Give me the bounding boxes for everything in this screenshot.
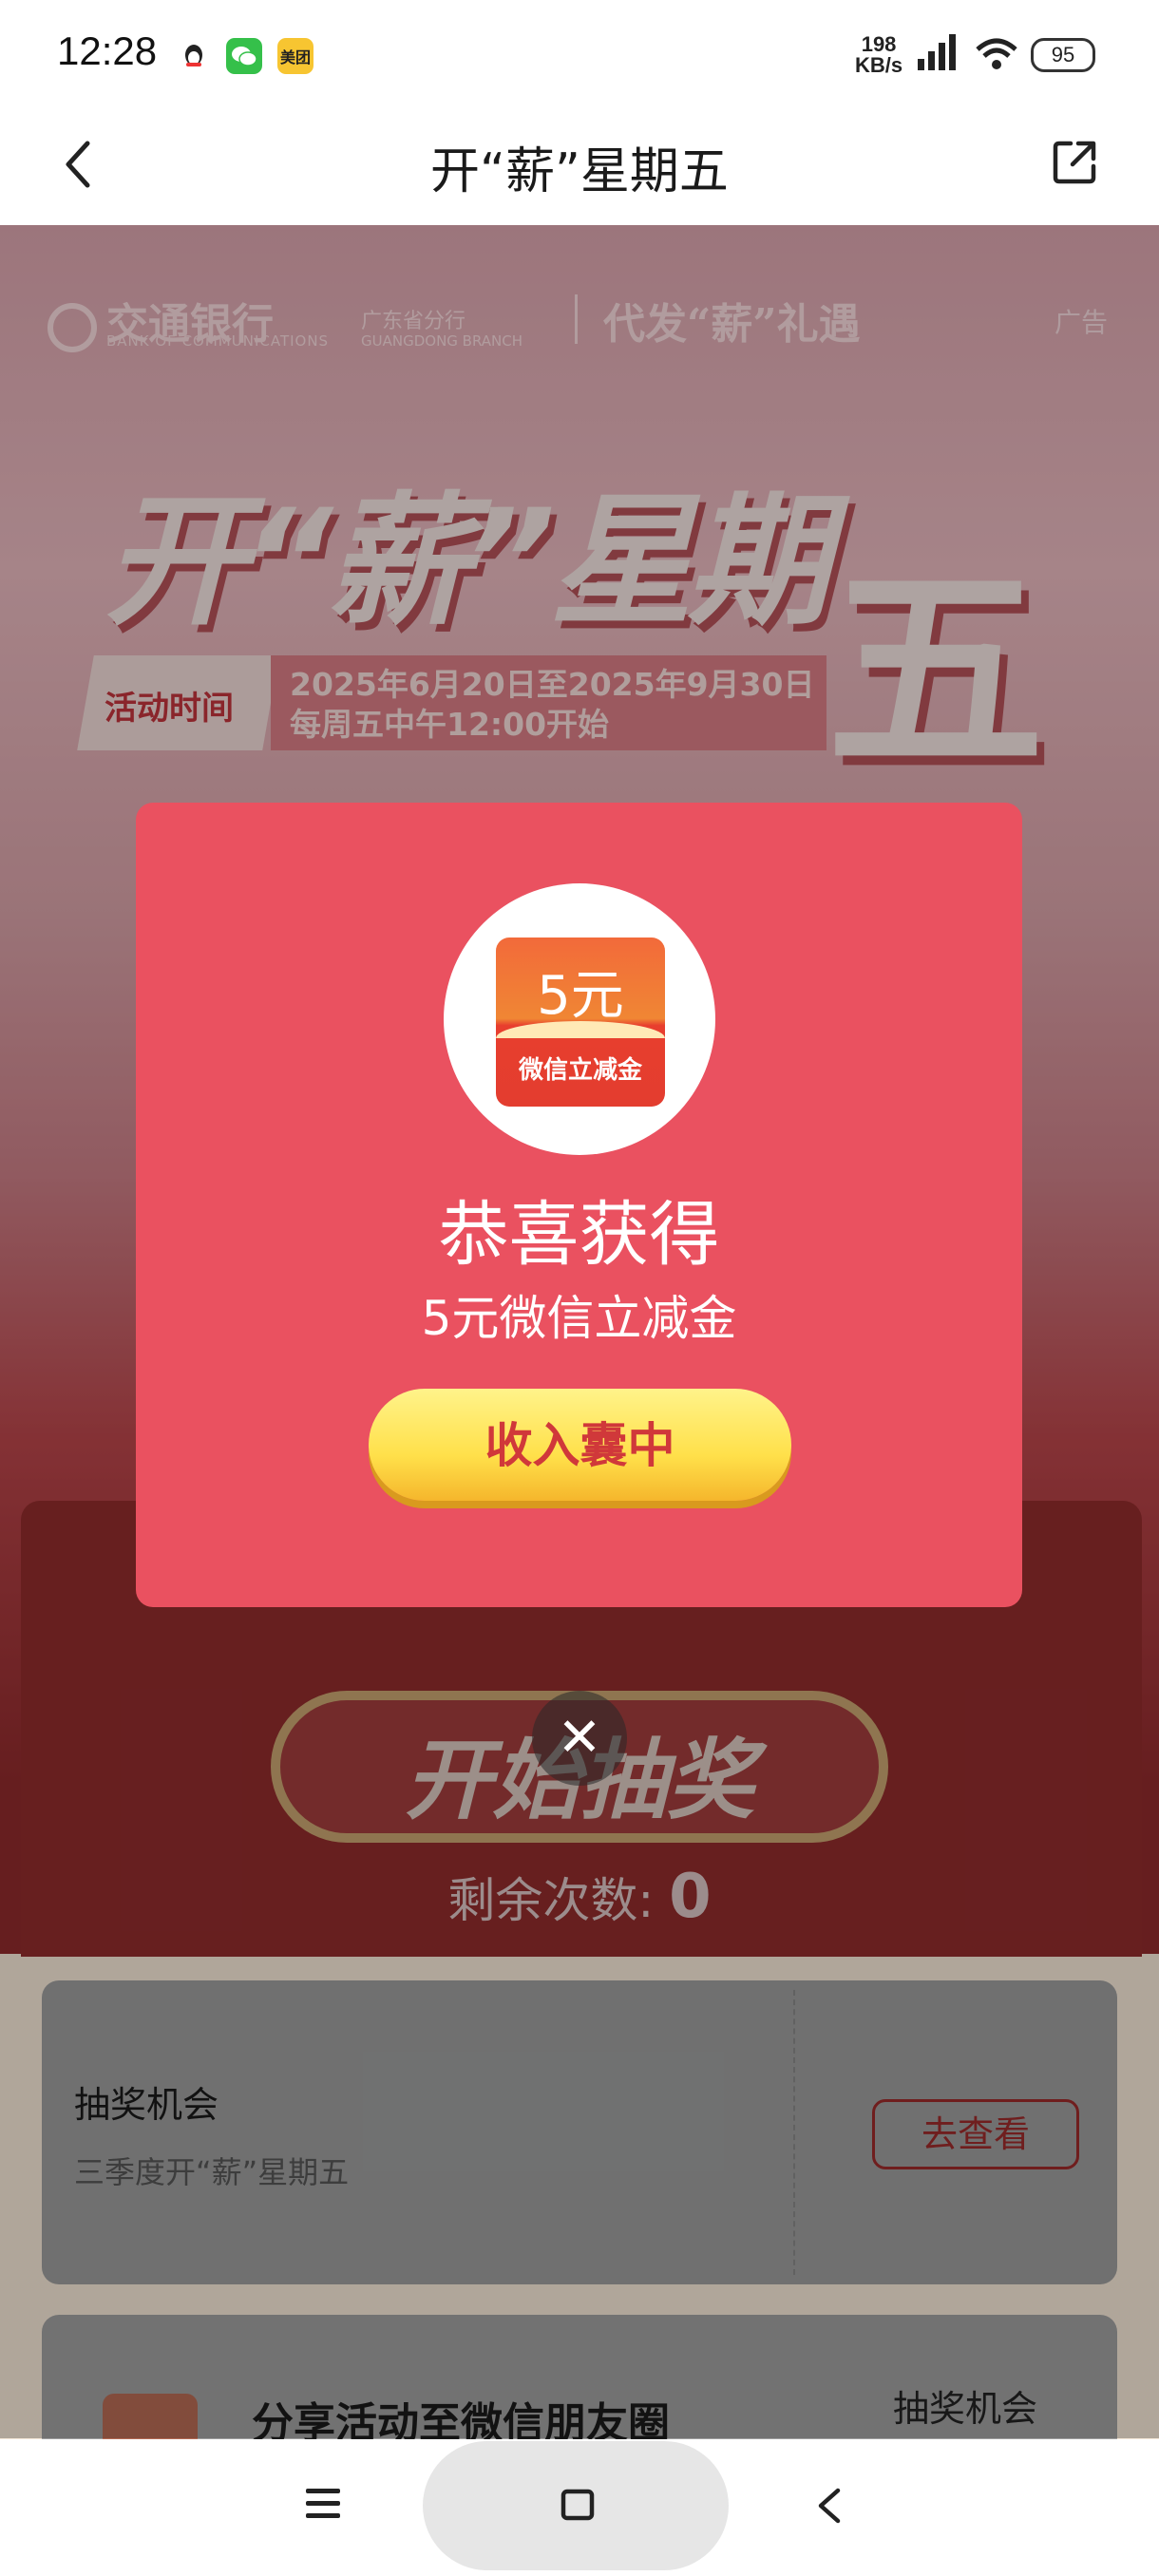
close-icon[interactable]: ✕: [532, 1691, 627, 1786]
status-time: 12:28: [57, 28, 158, 73]
home-icon[interactable]: [560, 2489, 595, 2523]
battery-indicator: 95: [1031, 38, 1095, 72]
modal-title: 恭喜获得: [438, 1194, 720, 1276]
share-icon[interactable]: [1050, 138, 1099, 187]
wifi-icon: [976, 38, 1017, 69]
coupon-type: 微信立减金: [518, 1056, 642, 1085]
back-nav-icon[interactable]: [815, 2487, 844, 2525]
signal-icon: [918, 34, 956, 70]
wechat-icon: [226, 38, 262, 74]
menu-icon[interactable]: [304, 2487, 342, 2521]
collect-button-label: 收入囊中: [484, 1418, 675, 1473]
modal-subtitle: 5元微信立减金: [421, 1291, 737, 1346]
net-speed: 198 KB/s: [855, 32, 903, 77]
qq-icon: [176, 38, 212, 74]
page-title: 开“薪”星期五: [430, 143, 729, 200]
coupon-amount: 5元: [537, 965, 624, 1027]
meituan-icon: 美团: [277, 38, 314, 74]
